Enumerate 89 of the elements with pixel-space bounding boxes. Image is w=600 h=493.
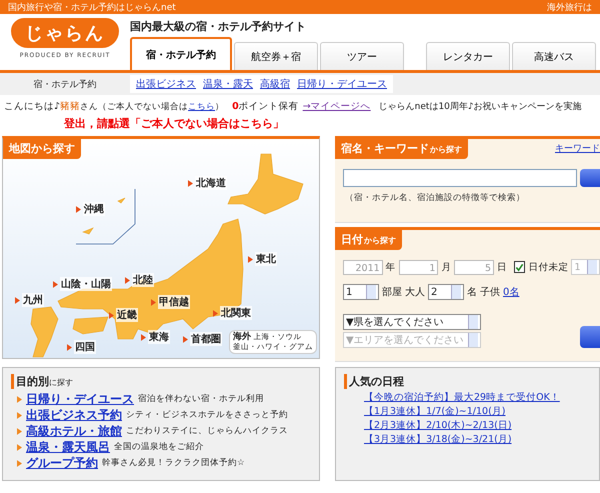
children-label: 子供 — [480, 286, 500, 299]
adults-label: 大人 — [405, 286, 425, 299]
bullet-icon — [17, 412, 22, 418]
nav-tab[interactable]: ツアー — [320, 42, 404, 70]
nav-tab[interactable]: 高速バス — [512, 42, 596, 70]
rooms-label: 部屋 — [382, 286, 402, 299]
greeting-text: こんにちは♪ — [4, 100, 60, 113]
section-label: 宿・ホテル予約 — [32, 78, 98, 90]
region-link[interactable]: 山陰・山陽 — [60, 277, 112, 291]
adults-unit: 名 — [467, 286, 477, 299]
purpose-description: シティ・ビジネスホテルをささっと予約 — [126, 409, 288, 421]
section-heading: 目的別に探す — [11, 374, 311, 389]
purpose-description: 全国の温泉地をご紹介 — [114, 441, 204, 453]
panel-heading: 地図から探す — [3, 139, 81, 159]
region-link[interactable]: 九州 — [22, 293, 44, 307]
quick-link[interactable]: 出張ビジネス — [136, 77, 196, 91]
year-label: 年 — [386, 260, 396, 274]
points-label: ポイント保有 — [238, 100, 299, 113]
arrow-icon — [109, 312, 114, 318]
news-text: じゃらんnetは10周年♪お祝いキャンペーンを実施 — [378, 100, 582, 113]
schedule-link[interactable]: 【1月3連休】1/7(金)~1/10(月) — [364, 405, 591, 419]
tagline: 国内最大級の宿・ホテル予約サイト — [130, 19, 307, 35]
overseas-label: 海外 — [233, 332, 251, 342]
site-description: 国内旅行や宿・ホテル予約はじゃらんnet — [8, 2, 176, 14]
search-button[interactable] — [580, 169, 600, 187]
quick-link[interactable]: 温泉・露天 — [203, 77, 253, 91]
region-link[interactable]: 沖縄 — [83, 202, 105, 216]
quick-link[interactable]: 高級宿 — [260, 77, 290, 91]
schedule-link[interactable]: 【3月3連休】3/18(金)~3/21(月) — [364, 433, 591, 447]
field-hint: （宿・ホテル名、宿泊施設の特徴等で検索） — [344, 192, 526, 205]
arrow-icon — [213, 310, 218, 316]
arrow-icon — [188, 180, 193, 186]
mypage-link[interactable]: →マイページへ — [302, 100, 371, 113]
purpose-link[interactable]: 高級ホテル・旅館 — [26, 422, 122, 440]
greeting-text: さん（ご本人でない場合は — [80, 101, 188, 113]
region-link[interactable]: 北海道 — [195, 176, 227, 190]
arrow-icon — [53, 280, 58, 288]
purpose-link[interactable]: 出張ビジネス予約 — [26, 406, 122, 424]
region-link[interactable]: 首都圏 — [190, 332, 222, 346]
bullet-icon — [17, 444, 22, 450]
bullet-icon — [17, 428, 22, 434]
nav-tab[interactable]: 宿・ホテル予約 — [130, 37, 232, 70]
region-link[interactable]: 北関東 — [220, 306, 252, 320]
greeting-text: ） — [215, 101, 224, 113]
nav-tab[interactable]: 航空券＋宿 — [234, 42, 318, 70]
arrow-icon — [248, 256, 253, 262]
annotation-text: 登出，請點選「ご本人でない場合はこちら」 — [64, 117, 284, 130]
search-button[interactable] — [580, 326, 600, 348]
region-link[interactable]: 東北 — [255, 252, 277, 266]
arrow-icon — [15, 296, 20, 304]
region-link[interactable]: 東海 — [148, 330, 170, 344]
bullet-icon — [17, 396, 22, 402]
arrow-icon — [125, 276, 130, 284]
region-link[interactable]: 北陸 — [132, 273, 154, 287]
checkbox-label: 日付未定 — [528, 260, 568, 274]
region-link[interactable]: 甲信越 — [158, 295, 190, 309]
purpose-description: こだわりステイに、じゃらんハイクラス — [126, 425, 288, 437]
region-link[interactable]: 近畿 — [116, 308, 138, 322]
arrow-icon — [183, 336, 188, 342]
arrow-icon — [141, 334, 146, 340]
point-count: 0 — [232, 101, 239, 112]
bullet-icon — [17, 460, 22, 466]
arrow-icon — [76, 206, 81, 212]
day-label: 日 — [497, 260, 508, 274]
undecided-checkbox[interactable] — [514, 261, 526, 273]
purpose-link[interactable]: グループ予約 — [26, 454, 98, 472]
user-name: 豬豬 — [60, 100, 80, 113]
quick-link[interactable]: 日帰り・デイユース — [297, 77, 387, 91]
keyword-field[interactable] — [343, 169, 577, 187]
arrow-icon — [151, 298, 156, 306]
region-link[interactable]: 四国 — [74, 340, 96, 354]
adults-select[interactable]: 2 — [428, 284, 464, 300]
month-label: 月 — [441, 260, 452, 274]
nav-tab[interactable]: レンタカー — [426, 42, 510, 70]
purpose-link[interactable]: 日帰り・デイユース — [26, 390, 134, 408]
purpose-description: 宿泊を伴わない宿・ホテル利用 — [138, 393, 264, 405]
purpose-link[interactable]: 温泉・露天風呂 — [26, 438, 110, 456]
arrow-icon — [67, 344, 72, 350]
panel-heading: 宿名・キーワード から探す — [335, 139, 468, 159]
schedule-link[interactable]: 【2月3連休】2/10(木)~2/13(日) — [364, 419, 591, 433]
keyword-link[interactable]: キーワード — [555, 142, 600, 155]
section-heading: 人気の日程 — [344, 374, 591, 389]
purpose-description: 幹事さん必見！ラクラク団体予約☆ — [102, 457, 245, 469]
not-me-link[interactable]: こちら — [188, 101, 216, 113]
rooms-select[interactable]: 1 — [343, 284, 379, 300]
prefecture-select[interactable]: ▼県を選んでください — [343, 314, 481, 330]
schedule-link[interactable]: 【今晩の宿泊予約】最大29時まで受付OK！ — [364, 391, 591, 405]
children-link[interactable]: 0名 — [503, 285, 520, 299]
panel-heading: 日付から探す — [335, 230, 402, 250]
